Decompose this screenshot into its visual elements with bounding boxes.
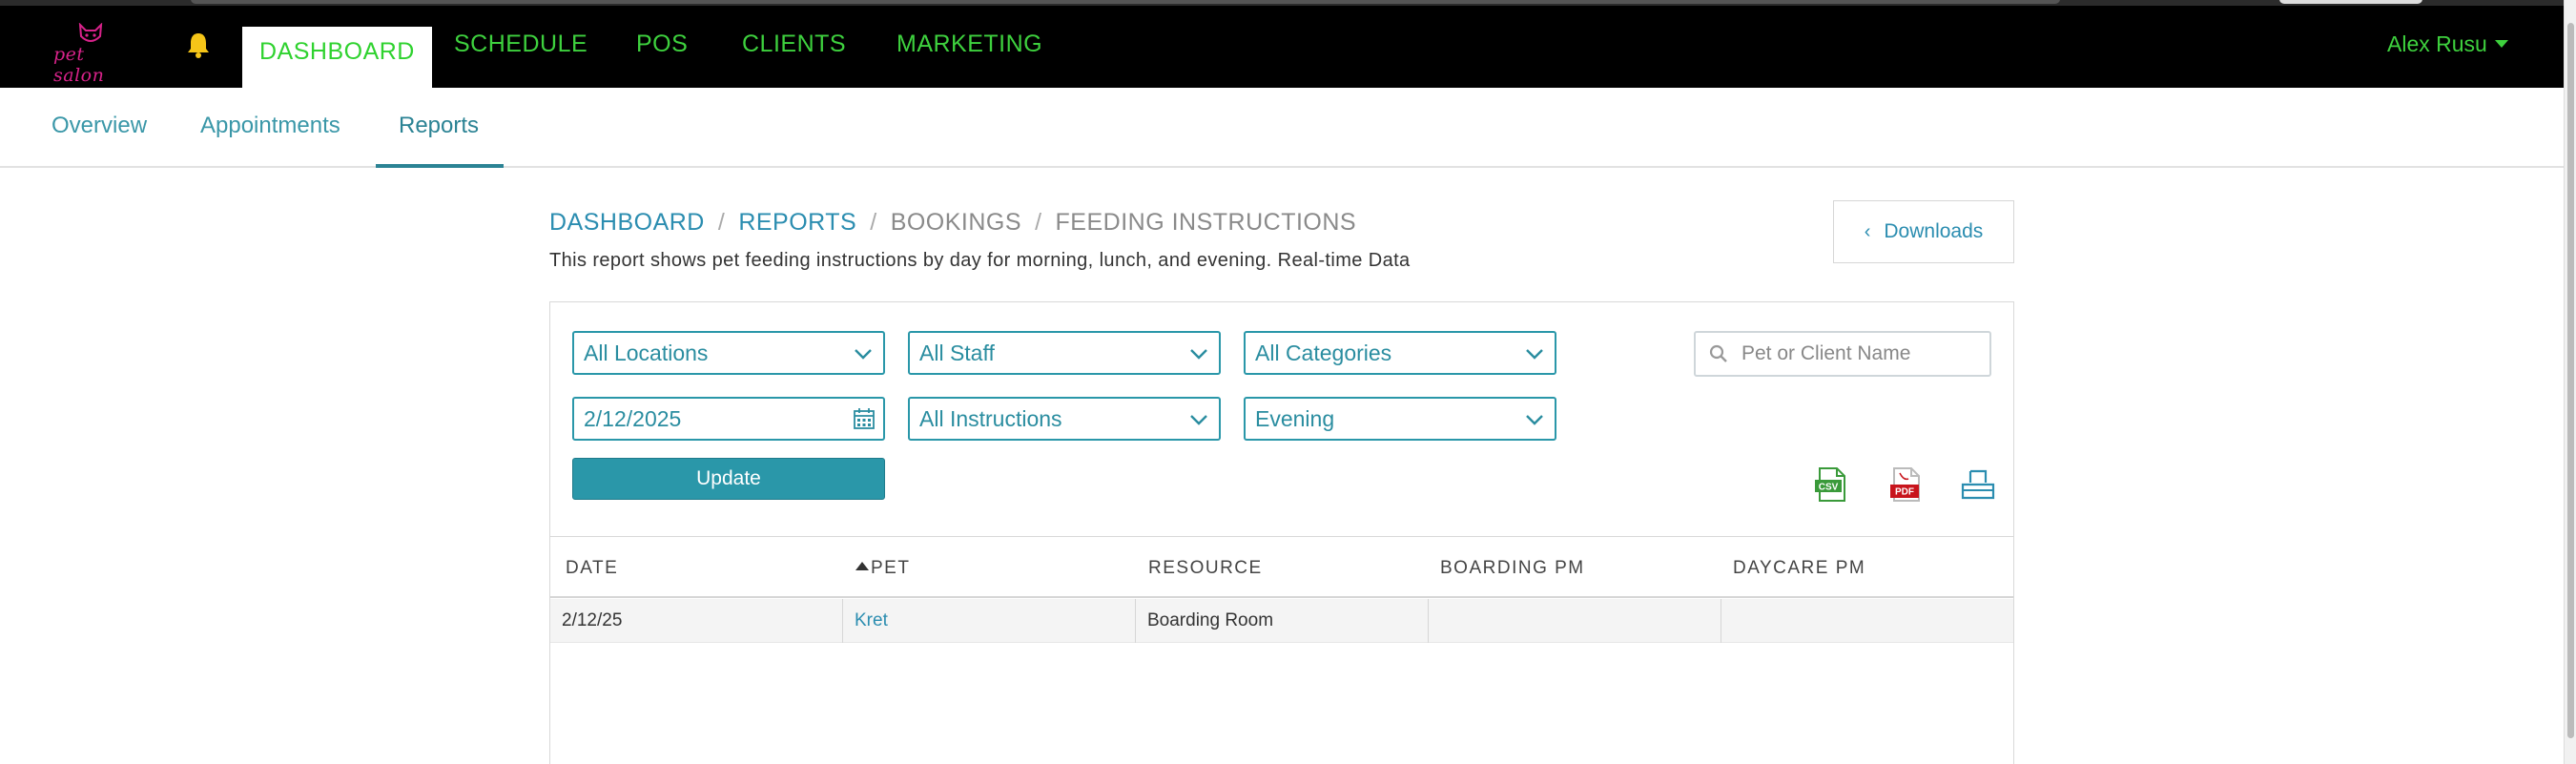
breadcrumb: DASHBOARD / REPORTS / BOOKINGS / FEEDING INSTR… (549, 209, 1356, 237)
instructions-value: All Instructions (919, 406, 1062, 431)
cell-boarding-pm (1429, 599, 1721, 643)
category-value: All Categories (1255, 341, 1392, 365)
column-header-date[interactable]: DATE (566, 558, 618, 579)
nav-pos[interactable]: POS (636, 27, 688, 61)
nav-schedule[interactable]: SCHEDULE (454, 27, 587, 61)
nav-marketing[interactable]: MARKETING (896, 27, 1042, 61)
cell-resource: Boarding Room (1136, 599, 1429, 643)
pdf-label: PDF (1895, 487, 1914, 498)
breadcrumb-separator: / (717, 209, 726, 236)
pet-face-icon (78, 23, 103, 42)
chevron-left-icon: ‹ (1864, 221, 1871, 242)
sub-tabs: Overview Appointments Reports (0, 88, 2564, 168)
date-field[interactable]: 2/12/2025 (572, 397, 885, 441)
cell-daycare-pm (1721, 599, 2013, 643)
top-nav-bar: pet salon DASHBOARD SCHEDULE POS CLIENTS… (0, 0, 2576, 88)
date-value: 2/12/2025 (584, 406, 682, 431)
table-header: DATE PET RESOURCE BOARDING PM DAYCARE PM (550, 537, 2013, 598)
csv-export-icon[interactable]: CSV (1812, 465, 1850, 504)
search-input[interactable]: Pet or Client Name (1694, 331, 1991, 377)
column-header-boarding-pm[interactable]: BOARDING PM (1440, 558, 1585, 579)
breadcrumb-reports[interactable]: REPORTS (738, 209, 856, 237)
time-of-day-value: Evening (1255, 406, 1335, 431)
nav-dashboard[interactable]: DASHBOARD (242, 27, 432, 88)
column-header-pet-label: PET (871, 558, 911, 578)
report-table: DATE PET RESOURCE BOARDING PM DAYCARE PM… (550, 536, 2013, 764)
chevron-down-icon (1190, 415, 1207, 425)
breadcrumb-feeding-instructions: FEEDING INSTRUCTIONS (1055, 209, 1357, 236)
tab-reports[interactable]: Reports (399, 113, 479, 139)
breadcrumb-separator: / (1035, 209, 1042, 236)
print-icon[interactable] (1959, 465, 1997, 504)
search-icon (1709, 344, 1727, 362)
tab-overview[interactable]: Overview (52, 113, 147, 139)
staff-select[interactable]: All Staff (908, 331, 1221, 375)
time-of-day-select[interactable]: Evening (1244, 397, 1556, 441)
csv-label: CSV (1819, 483, 1839, 493)
browser-address-bar (191, 0, 2060, 4)
browser-strip (0, 0, 2576, 6)
bell-icon[interactable] (184, 31, 213, 60)
search-placeholder: Pet or Client Name (1741, 342, 1911, 364)
instructions-select[interactable]: All Instructions (908, 397, 1221, 441)
chevron-down-icon (1190, 349, 1207, 360)
active-tab-indicator (376, 164, 504, 168)
column-header-daycare-pm[interactable]: DAYCARE PM (1733, 558, 1865, 579)
column-header-resource[interactable]: RESOURCE (1148, 558, 1263, 579)
scrollbar[interactable] (2564, 0, 2576, 764)
location-select[interactable]: All Locations (572, 331, 885, 375)
report-description: This report shows pet feeding instructio… (549, 250, 1411, 271)
tab-appointments[interactable]: Appointments (200, 113, 340, 139)
calendar-icon[interactable] (853, 407, 876, 430)
location-value: All Locations (584, 341, 709, 365)
browser-control (2279, 0, 2422, 4)
sort-ascending-icon (855, 562, 869, 571)
logo-text: pet salon (53, 44, 105, 86)
cell-date: 2/12/25 (550, 599, 843, 643)
user-name: Alex Rusu (2387, 31, 2487, 56)
chevron-down-icon (1526, 415, 1543, 425)
scrollbar-thumb[interactable] (2567, 23, 2574, 738)
staff-value: All Staff (919, 341, 995, 365)
nav-clients[interactable]: CLIENTS (742, 27, 846, 61)
category-select[interactable]: All Categories (1244, 331, 1556, 375)
breadcrumb-dashboard[interactable]: DASHBOARD (549, 209, 705, 237)
breadcrumb-separator: / (870, 209, 877, 236)
chevron-down-icon (855, 349, 872, 360)
update-button[interactable]: Update (572, 458, 885, 500)
pet-salon-logo[interactable]: pet salon (50, 23, 135, 86)
column-header-pet[interactable]: PET (855, 558, 910, 579)
caret-down-icon (2494, 39, 2508, 48)
user-menu[interactable]: Alex Rusu (2387, 31, 2508, 66)
breadcrumb-bookings: BOOKINGS (890, 209, 1022, 236)
cell-pet-link[interactable]: Kret (843, 599, 1136, 643)
downloads-button[interactable]: ‹ Downloads (1833, 200, 2014, 263)
downloads-label: Downloads (1884, 220, 1984, 242)
table-row: 2/12/25 Kret Boarding Room (550, 599, 2013, 643)
pdf-export-icon[interactable]: PDF (1886, 465, 1925, 504)
chevron-down-icon (1526, 349, 1543, 360)
